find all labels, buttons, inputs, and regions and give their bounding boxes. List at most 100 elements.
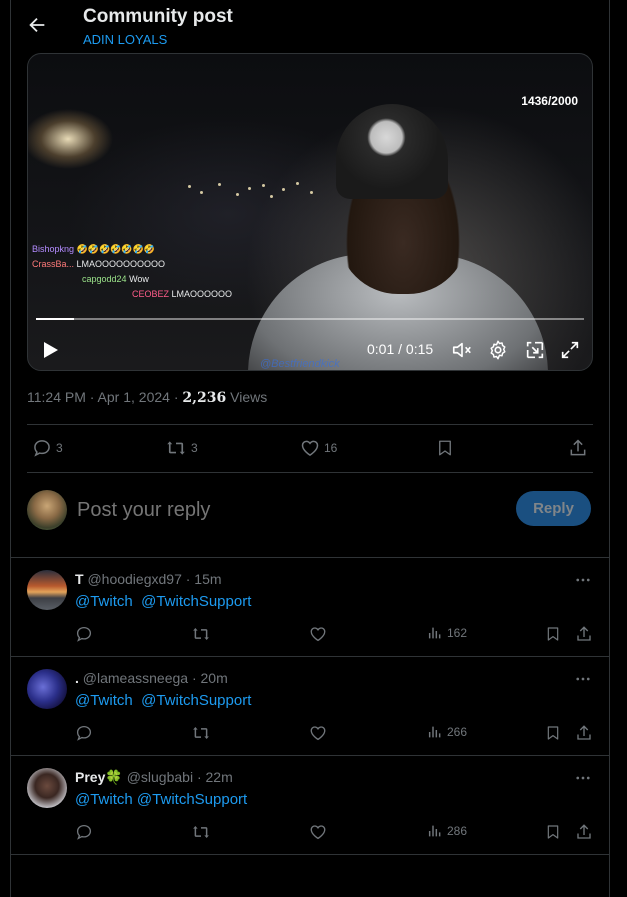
play-icon[interactable] bbox=[40, 340, 60, 360]
share-icon bbox=[577, 824, 591, 839]
reply-action[interactable] bbox=[75, 625, 93, 643]
like-action[interactable] bbox=[309, 823, 327, 841]
share-action[interactable] bbox=[575, 625, 593, 643]
back-arrow-icon[interactable] bbox=[26, 14, 48, 36]
mention-link[interactable]: @TwitchSupport bbox=[141, 692, 251, 709]
views-count: 2,236 bbox=[182, 390, 227, 406]
page-title: Community post bbox=[83, 6, 233, 27]
analytics-icon bbox=[428, 726, 441, 738]
reply-item[interactable]: . @lameassneega · 20m @Twitch @TwitchSup… bbox=[11, 656, 609, 755]
video-counter-overlay: 1436/2000 bbox=[521, 94, 578, 108]
reply-bubble-icon bbox=[76, 626, 92, 642]
mention-link[interactable]: @Twitch bbox=[75, 791, 133, 808]
current-user-avatar[interactable] bbox=[27, 490, 67, 530]
divider bbox=[11, 854, 609, 855]
chat-user: CEOBEZ bbox=[132, 289, 170, 299]
reply-item[interactable]: T @hoodiegxd97 · 15m @Twitch @TwitchSupp… bbox=[11, 557, 609, 656]
bookmark-icon bbox=[547, 627, 559, 641]
reply-action[interactable] bbox=[75, 823, 93, 841]
video-progress-bar[interactable] bbox=[36, 318, 584, 320]
repost-action[interactable]: 3 bbox=[165, 438, 198, 458]
chat-message: LMAOOOOOO bbox=[171, 289, 233, 299]
reply-count: 3 bbox=[56, 441, 63, 455]
more-options-icon[interactable] bbox=[574, 670, 592, 688]
reply-author-name[interactable]: T bbox=[75, 571, 84, 587]
more-options-icon[interactable] bbox=[574, 769, 592, 787]
video-controls: 0:01 / 0:15 bbox=[28, 334, 592, 364]
views-action[interactable]: 162 bbox=[427, 625, 467, 641]
share-action[interactable] bbox=[568, 438, 588, 458]
reply-author-name[interactable]: Prey🍀 bbox=[75, 769, 123, 785]
reply-action[interactable] bbox=[75, 724, 93, 742]
bookmark-action[interactable] bbox=[436, 438, 454, 458]
reply-handle[interactable]: @slugbabi bbox=[127, 769, 193, 785]
like-action[interactable] bbox=[309, 724, 327, 742]
repost-count: 3 bbox=[191, 441, 198, 455]
reply-bubble-icon bbox=[76, 725, 92, 741]
bookmark-icon bbox=[439, 440, 451, 456]
share-action[interactable] bbox=[575, 724, 593, 742]
heart-icon bbox=[310, 726, 326, 741]
stream-chat-overlay: Bishopkng 🤣🤣🤣🤣🤣🤣🤣 CrassBa... LMAOOOOOOOO… bbox=[32, 242, 232, 302]
pip-icon[interactable] bbox=[524, 339, 546, 361]
video-beanie bbox=[336, 104, 448, 199]
views-action[interactable]: 286 bbox=[427, 823, 467, 839]
avatar[interactable] bbox=[27, 669, 67, 709]
reply-author-name[interactable]: . bbox=[75, 670, 79, 686]
mention-link[interactable]: @Twitch bbox=[75, 692, 133, 709]
post-timestamp[interactable]: 11:24 PM · Apr 1, 2024 · bbox=[27, 389, 182, 405]
share-action[interactable] bbox=[575, 823, 593, 841]
reply-text: @Twitch @TwitchSupport bbox=[75, 791, 247, 808]
avatar[interactable] bbox=[27, 768, 67, 808]
reply-header: Prey🍀 @slugbabi · 22m bbox=[75, 769, 233, 786]
chat-line: capgodd24 Wow bbox=[32, 272, 232, 287]
video-player[interactable]: 1436/2000 Bishopkng 🤣🤣🤣🤣🤣🤣🤣 CrassBa... L… bbox=[27, 53, 593, 371]
reply-bubble-icon bbox=[76, 824, 92, 840]
reply-handle[interactable]: @hoodiegxd97 bbox=[87, 571, 181, 587]
repost-action[interactable] bbox=[191, 724, 211, 742]
divider bbox=[27, 472, 593, 473]
chat-line: CEOBEZ LMAOOOOOO bbox=[32, 287, 232, 302]
bookmark-action[interactable] bbox=[545, 625, 561, 643]
reply-time[interactable]: · 15m bbox=[186, 571, 222, 587]
mention-link[interactable]: @Twitch bbox=[75, 593, 133, 610]
fullscreen-icon[interactable] bbox=[559, 339, 581, 361]
bookmark-action[interactable] bbox=[545, 823, 561, 841]
repost-action[interactable] bbox=[191, 823, 211, 841]
views-count: 266 bbox=[447, 725, 468, 739]
share-icon bbox=[570, 439, 586, 456]
settings-gear-icon[interactable] bbox=[487, 339, 509, 361]
avatar[interactable] bbox=[27, 570, 67, 610]
analytics-icon bbox=[428, 825, 441, 837]
like-action[interactable]: 16 bbox=[300, 438, 337, 458]
heart-icon bbox=[310, 627, 326, 642]
views-action[interactable]: 266 bbox=[427, 724, 467, 740]
chat-user: Bishopkng bbox=[32, 244, 75, 254]
more-options-icon[interactable] bbox=[574, 571, 592, 589]
heart-icon bbox=[301, 440, 319, 456]
reply-header: T @hoodiegxd97 · 15m bbox=[75, 571, 222, 587]
reply-time[interactable]: · 20m bbox=[192, 670, 228, 686]
like-action[interactable] bbox=[309, 625, 327, 643]
reply-input[interactable] bbox=[77, 496, 377, 524]
mute-icon[interactable] bbox=[451, 339, 473, 361]
chat-user: capgodd24 bbox=[82, 274, 127, 284]
mention-link[interactable]: @TwitchSupport bbox=[137, 791, 247, 808]
repost-icon bbox=[193, 826, 209, 838]
reply-bubble-icon bbox=[34, 440, 50, 457]
community-name-link[interactable]: ADIN LOYALS bbox=[83, 32, 167, 47]
video-time: 0:01 / 0:15 bbox=[367, 341, 434, 357]
reply-handle[interactable]: @lameassneega bbox=[83, 670, 188, 686]
reply-action[interactable]: 3 bbox=[32, 438, 63, 458]
reply-item[interactable]: Prey🍀 @slugbabi · 22m @Twitch @TwitchSup… bbox=[11, 755, 609, 854]
views-count: 286 bbox=[447, 824, 468, 838]
reply-actions: 266 bbox=[11, 724, 609, 744]
reply-time[interactable]: · 22m bbox=[197, 769, 233, 785]
bookmark-action[interactable] bbox=[545, 724, 561, 742]
chat-message: 🤣🤣🤣🤣🤣🤣🤣 bbox=[76, 244, 155, 254]
heart-icon bbox=[310, 825, 326, 840]
mention-link[interactable]: @TwitchSupport bbox=[141, 593, 251, 610]
chat-message: LMAOOOOOOOOOO bbox=[76, 259, 166, 269]
reply-button[interactable]: Reply bbox=[516, 491, 591, 526]
repost-action[interactable] bbox=[191, 625, 211, 643]
